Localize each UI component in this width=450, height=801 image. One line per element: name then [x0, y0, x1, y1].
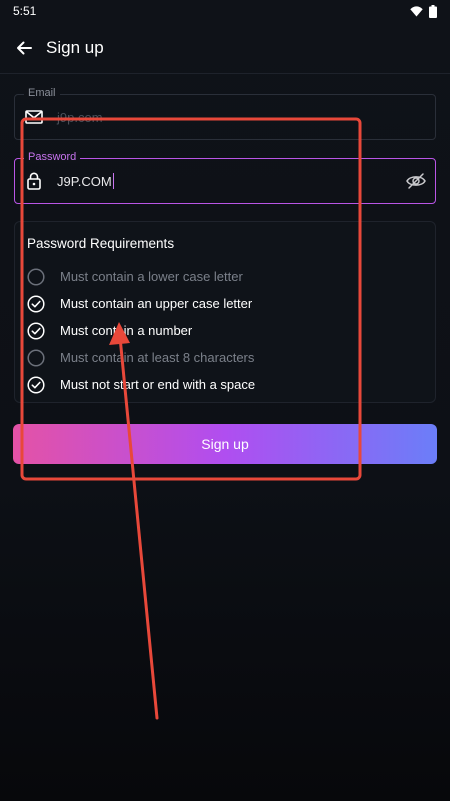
empty-circle-icon: [27, 267, 45, 286]
wifi-icon: [410, 5, 423, 16]
requirement-item: Must contain an upper case letter: [27, 290, 255, 317]
email-label: Email: [24, 87, 60, 99]
requirement-item: Must contain a number: [27, 317, 255, 344]
lock-icon: [24, 171, 44, 191]
check-circle-icon: [27, 375, 45, 394]
page-title: Sign up: [46, 37, 104, 57]
requirement-text: Must contain an upper case letter: [60, 296, 253, 311]
battery-icon: [429, 4, 437, 18]
status-time: 5:51: [13, 4, 37, 18]
requirement-text: Must not start or end with a space: [60, 377, 256, 392]
toggle-password-visibility-button[interactable]: [405, 170, 427, 192]
status-bar: 5:51: [0, 0, 450, 22]
signup-button[interactable]: Sign up: [13, 424, 437, 464]
requirements-list: Must contain a lower case letter Must co…: [27, 263, 255, 398]
empty-circle-icon: [27, 348, 45, 367]
password-requirements-card: Password Requirements Must contain a low…: [14, 221, 436, 403]
mail-icon: [24, 107, 44, 127]
eye-off-icon: [406, 173, 426, 189]
check-circle-icon: [27, 321, 45, 340]
requirement-item: Must contain at least 8 characters: [27, 344, 255, 371]
requirements-title: Password Requirements: [27, 236, 175, 251]
arrow-left-icon: [17, 41, 32, 54]
check-circle-icon: [27, 294, 45, 313]
password-value-wrap: J9P.COM: [57, 159, 115, 203]
email-field[interactable]: Email j9p.com: [14, 87, 436, 140]
app-bar: Sign up: [0, 22, 450, 74]
back-button[interactable]: [12, 36, 36, 60]
status-icons: [410, 4, 437, 18]
password-value: J9P.COM: [57, 173, 112, 189]
text-caret: [112, 173, 115, 189]
requirement-item: Must not start or end with a space: [27, 371, 255, 398]
signup-screen: 5:51 Sign up Email j9p.com Password J9P.…: [0, 0, 450, 801]
email-value: j9p.com: [57, 109, 103, 125]
requirement-text: Must contain a lower case letter: [60, 269, 243, 284]
password-field[interactable]: Password J9P.COM: [14, 151, 436, 204]
requirement-text: Must contain a number: [60, 323, 193, 338]
requirement-item: Must contain a lower case letter: [27, 263, 255, 290]
requirement-text: Must contain at least 8 characters: [60, 350, 255, 365]
